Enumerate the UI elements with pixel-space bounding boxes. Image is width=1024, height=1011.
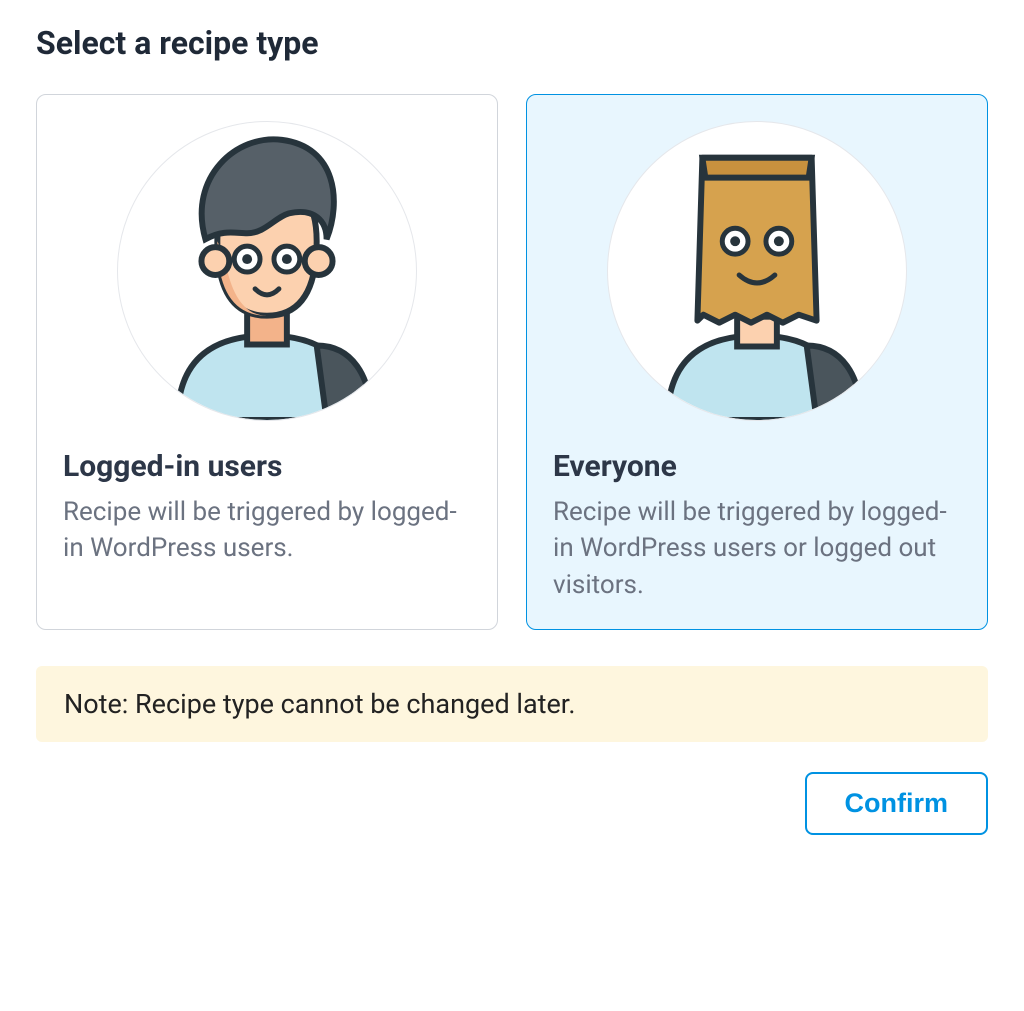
avatar-everyone [607,121,907,421]
card-logged-in-users[interactable]: Logged-in users Recipe will be triggered… [36,94,498,630]
actions-bar: Confirm [36,772,988,835]
card-description: Recipe will be triggered by logged-in Wo… [553,494,961,603]
page-title: Select a recipe type [36,24,988,62]
card-title: Logged-in users [63,449,471,484]
card-description: Recipe will be triggered by logged-in Wo… [63,494,471,567]
note-banner: Note: Recipe type cannot be changed late… [36,666,988,742]
user-avatar-icon [118,122,416,420]
card-title: Everyone [553,449,961,484]
confirm-button[interactable]: Confirm [805,772,989,835]
recipe-type-cards: Logged-in users Recipe will be triggered… [36,94,988,630]
card-everyone[interactable]: Everyone Recipe will be triggered by log… [526,94,988,630]
anonymous-bag-avatar-icon [608,122,906,420]
avatar-logged-in [117,121,417,421]
